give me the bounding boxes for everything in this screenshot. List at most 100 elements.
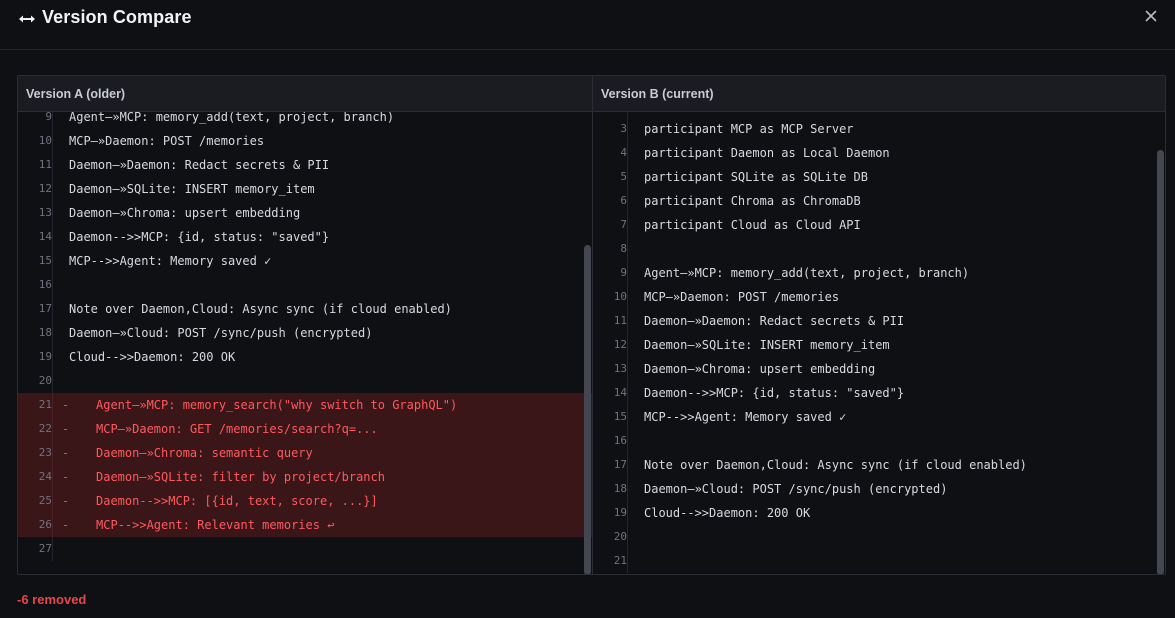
- line-number-text: 24: [38, 470, 52, 483]
- line-number: 18: [593, 477, 628, 501]
- line-number-text: 13: [38, 206, 52, 219]
- line-text: Cloud-->>Daemon: 200 OK: [69, 350, 236, 364]
- line-text: Daemon—»Chroma: upsert embedding: [644, 362, 876, 376]
- line-number-text: 10: [38, 134, 52, 147]
- line-number-text: 21: [613, 554, 627, 567]
- line-number: 18: [18, 321, 53, 345]
- line-number: 9: [593, 261, 628, 285]
- diff-line: 17 Note over Daemon,Cloud: Async sync (if…: [18, 297, 592, 321]
- diff-line: 9 Agent—»MCP: memory_add(text, project, b…: [593, 261, 1165, 285]
- dialog-title: Version Compare: [42, 7, 192, 27]
- line-text: [628, 525, 644, 549]
- line-number: 26: [18, 513, 53, 537]
- line-text: Note over Daemon,Cloud: Async sync (if c…: [644, 458, 1027, 472]
- removed-marker: -: [62, 470, 70, 484]
- line-number: 11: [593, 309, 628, 333]
- diff-line: 9 Agent—»MCP: memory_add(text, project, b…: [18, 112, 592, 129]
- line-number: 10: [593, 285, 628, 309]
- line-number: 25: [18, 489, 53, 513]
- line-number-text: 12: [38, 182, 52, 195]
- diff-line: 19 Cloud-->>Daemon: 200 OK: [593, 501, 1165, 525]
- diff-line: 16: [18, 273, 592, 297]
- line-number-text: 11: [38, 158, 52, 171]
- line-text: Daemon—»Chroma: semantic query: [96, 446, 313, 460]
- line-text: Daemon-->>MCP: {id, status: "saved"}: [69, 230, 330, 244]
- line-text: Note over Daemon,Cloud: Async sync (if c…: [69, 302, 452, 316]
- diff-line-removed: 21- Agent—»MCP: memory_search("why switch…: [18, 393, 592, 417]
- line-text: [628, 549, 644, 573]
- pane-b-lines: 2participant Agent as AI Agent3participa…: [593, 112, 1165, 573]
- line-number: 9: [18, 112, 53, 129]
- diff-line-removed: 26- MCP-->>Agent: Relevant memories ↩: [18, 513, 592, 537]
- line-number-text: 16: [613, 434, 627, 447]
- line-number-text: 7: [620, 218, 627, 231]
- line-number-text: 9: [620, 266, 627, 279]
- line-text: Agent—»MCP: memory_add(text, project, br…: [69, 112, 395, 124]
- line-number: 12: [18, 177, 53, 201]
- pane-version-b: Version B (current) 2participant Agent a…: [593, 76, 1165, 574]
- line-number: 6: [593, 189, 628, 213]
- diff-line: 11 Daemon—»Daemon: Redact secrets & PII: [18, 153, 592, 177]
- line-number: 14: [18, 225, 53, 249]
- line-number-text: 16: [38, 278, 52, 291]
- line-number: 17: [18, 297, 53, 321]
- line-number: 5: [593, 165, 628, 189]
- diff-summary: -6 removed: [17, 592, 87, 607]
- line-number-text: 20: [613, 530, 627, 543]
- line-number-text: 18: [613, 482, 627, 495]
- diff-line: 6 participant Chroma as ChromaDB: [593, 189, 1165, 213]
- line-text: Daemon—»Cloud: POST /sync/push (encrypte…: [69, 326, 373, 340]
- line-text: Daemon—»Daemon: Redact secrets & PII: [644, 314, 905, 328]
- line-number-text: 27: [38, 542, 52, 555]
- diff-line: 10 MCP—»Daemon: POST /memories: [593, 285, 1165, 309]
- removed-marker: -: [62, 518, 70, 532]
- title-wrap: Version Compare: [18, 7, 192, 28]
- line-number: 7: [593, 213, 628, 237]
- pane-a-lines: 9 Agent—»MCP: memory_add(text, project, b…: [18, 112, 592, 561]
- line-text: [53, 273, 69, 297]
- line-number: 15: [18, 249, 53, 273]
- diff-line: 17 Note over Daemon,Cloud: Async sync (if…: [593, 453, 1165, 477]
- line-text: Daemon—»SQLite: filter by project/branch: [96, 470, 385, 484]
- removed-marker: -: [62, 446, 70, 460]
- pane-b-code[interactable]: 2participant Agent as AI Agent3participa…: [593, 112, 1165, 574]
- diff-line: 14 Daemon-->>MCP: {id, status: "saved"}: [593, 381, 1165, 405]
- diff-line: 8: [593, 237, 1165, 261]
- line-text: Daemon—»Daemon: Redact secrets & PII: [69, 158, 330, 172]
- line-number-text: 3: [620, 122, 627, 135]
- line-number-text: 25: [38, 494, 52, 507]
- line-text: Daemon—»Chroma: upsert embedding: [69, 206, 301, 220]
- diff-compare-panel: Version A (older) 9 Agent—»MCP: memory_ad…: [17, 75, 1166, 575]
- pane-a-code[interactable]: 9 Agent—»MCP: memory_add(text, project, b…: [18, 112, 592, 574]
- line-number: 23: [18, 441, 53, 465]
- close-button[interactable]: [1141, 8, 1161, 28]
- line-text: Daemon—»SQLite: INSERT memory_item: [69, 182, 315, 196]
- diff-line: 15 MCP-->>Agent: Memory saved ✓: [593, 405, 1165, 429]
- line-number-text: 14: [613, 386, 627, 399]
- diff-line: 13 Daemon—»Chroma: upsert embedding: [18, 201, 592, 225]
- diff-line: 15 MCP-->>Agent: Memory saved ✓: [18, 249, 592, 273]
- pane-a-scrollbar[interactable]: [584, 245, 591, 574]
- line-text: participant Cloud as Cloud API: [644, 218, 861, 232]
- pane-version-a: Version A (older) 9 Agent—»MCP: memory_ad…: [18, 76, 593, 574]
- line-number-text: 19: [613, 506, 627, 519]
- diff-line: 16: [593, 429, 1165, 453]
- line-text: Daemon—»Cloud: POST /sync/push (encrypte…: [644, 482, 948, 496]
- line-number-text: 23: [38, 446, 52, 459]
- line-number-text: 26: [38, 518, 52, 531]
- diff-line: 20: [593, 525, 1165, 549]
- line-number: 13: [593, 357, 628, 381]
- diff-line: 4 participant Daemon as Local Daemon: [593, 141, 1165, 165]
- diff-line: 5 participant SQLite as SQLite DB: [593, 165, 1165, 189]
- diff-line: 27: [18, 537, 592, 561]
- line-number-text: 11: [613, 314, 627, 327]
- line-number: 27: [18, 537, 53, 561]
- line-number-text: 14: [38, 230, 52, 243]
- line-text: MCP—»Daemon: POST /memories: [644, 290, 840, 304]
- line-number: 16: [18, 273, 53, 297]
- diff-line: 19 Cloud-->>Daemon: 200 OK: [18, 345, 592, 369]
- pane-b-scrollbar[interactable]: [1157, 150, 1164, 574]
- line-text: [628, 429, 644, 453]
- line-text: Agent—»MCP: memory_search("why switch to…: [96, 398, 458, 412]
- line-number: 8: [593, 237, 628, 261]
